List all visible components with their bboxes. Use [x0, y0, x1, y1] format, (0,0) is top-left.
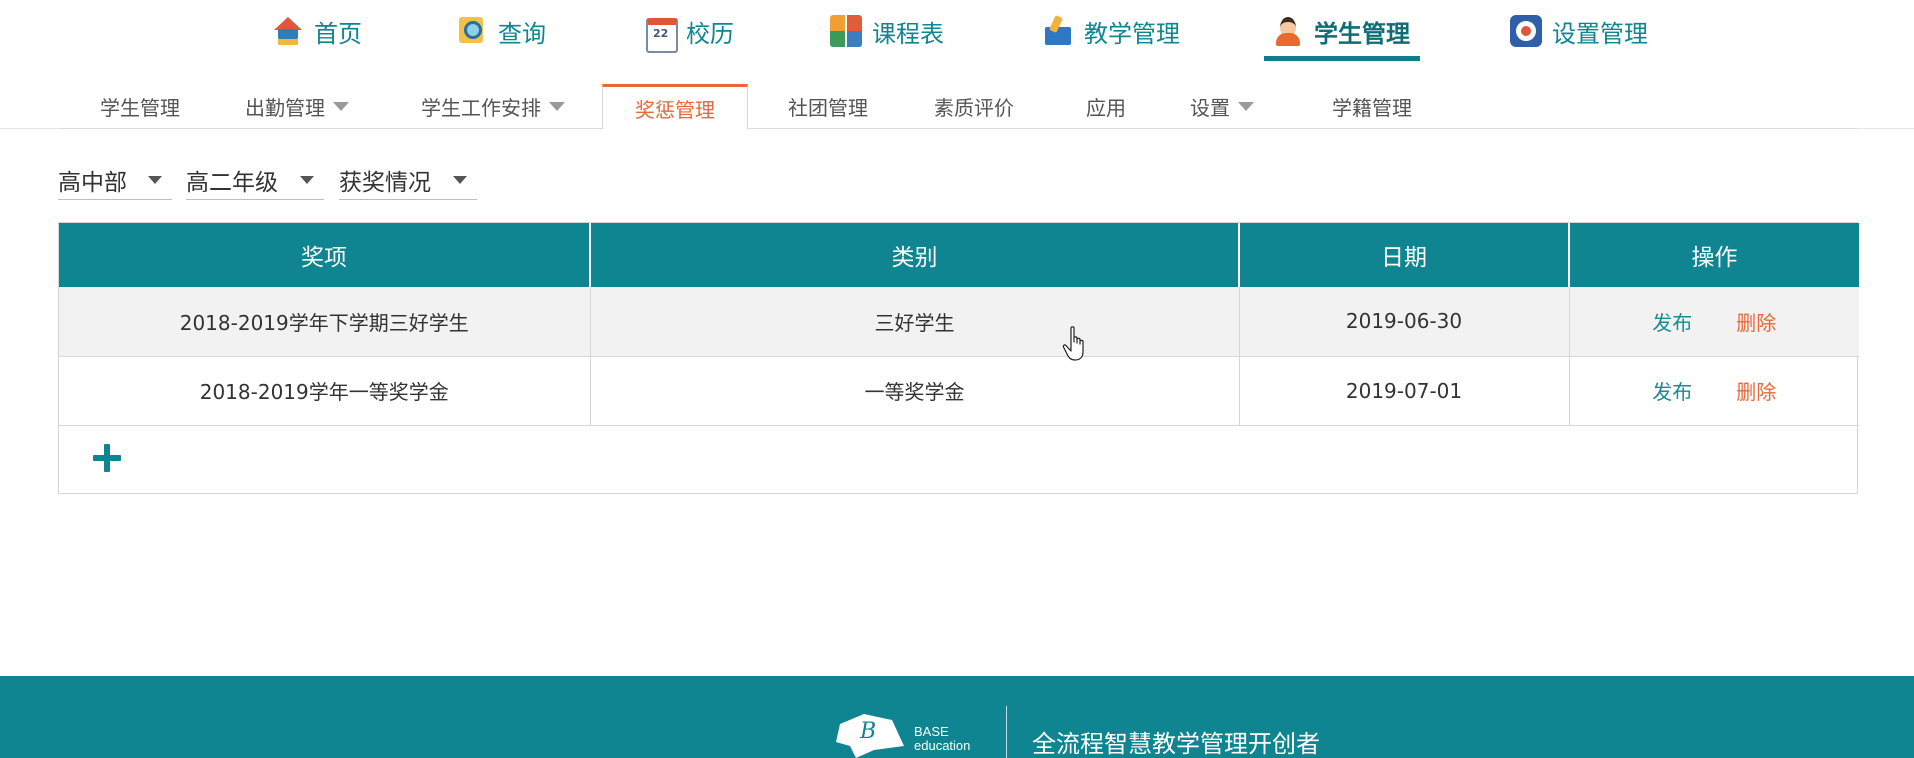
awards-table: 奖项 类别 日期 操作 2018-2019学年下学期三好学生 三好学生 2019… — [58, 222, 1859, 494]
active-nav-indicator — [1264, 56, 1420, 61]
section-select[interactable]: 高中部 — [58, 160, 172, 200]
date-cell: 2019-06-30 — [1239, 287, 1570, 357]
tab-student-status[interactable]: 学籍管理 — [1302, 84, 1442, 129]
tab-student-management[interactable]: 学生管理 — [70, 84, 210, 129]
footer-divider — [1006, 706, 1007, 758]
svg-text:B: B — [859, 719, 876, 744]
tab-label: 学生工作安排 — [421, 96, 541, 120]
grade-select[interactable]: 高二年级 — [186, 160, 324, 200]
nav-item-home[interactable]: 首页 — [272, 0, 362, 62]
type-select-value: 获奖情况 — [339, 169, 431, 196]
nav-item-label: 设置管理 — [1552, 19, 1648, 48]
column-header-date: 日期 — [1239, 223, 1570, 287]
brand-name: BASE — [914, 724, 949, 739]
add-row — [59, 426, 1857, 493]
category-cell: 一等奖学金 — [590, 356, 1240, 426]
delete-button[interactable]: 删除 — [1736, 311, 1776, 335]
nav-item-settings[interactable]: 设置管理 — [1510, 0, 1648, 62]
calendar-icon — [644, 15, 678, 53]
table-header-row: 奖项 类别 日期 操作 — [59, 223, 1859, 287]
caret-down-icon — [148, 176, 162, 184]
nav-item-teaching[interactable]: 教学管理 — [1042, 0, 1180, 62]
actions-cell: 发布 删除 — [1569, 356, 1859, 426]
column-header-actions: 操作 — [1569, 223, 1859, 287]
nav-item-schedule[interactable]: 课程表 — [830, 0, 944, 62]
tab-label: 设置 — [1190, 96, 1230, 120]
tab-applications[interactable]: 应用 — [1058, 84, 1154, 129]
column-header-award: 奖项 — [59, 223, 591, 287]
sub-navigation: 学生管理 出勤管理 学生工作安排 奖惩管理 社团管理 素质评价 应用 设置 学籍… — [58, 84, 1858, 130]
search-icon — [456, 15, 488, 47]
student-icon — [1272, 15, 1304, 47]
column-header-category: 类别 — [590, 223, 1240, 287]
type-select[interactable]: 获奖情况 — [339, 160, 477, 200]
tab-label: 社团管理 — [788, 96, 868, 120]
section-select-value: 高中部 — [58, 169, 127, 196]
tab-label: 学生管理 — [100, 96, 180, 120]
publish-button[interactable]: 发布 — [1652, 311, 1692, 335]
actions-cell: 发布 删除 — [1569, 287, 1859, 357]
tab-attendance[interactable]: 出勤管理 — [222, 84, 372, 129]
hand-cursor-icon — [1062, 326, 1084, 361]
tab-clubs[interactable]: 社团管理 — [758, 84, 898, 129]
home-icon — [272, 15, 304, 47]
top-navigation: 首页 查询 校历 课程表 教学管理 学生管理 设置管理 — [0, 0, 1914, 64]
nav-item-label: 学生管理 — [1314, 19, 1410, 48]
tab-quality-evaluation[interactable]: 素质评价 — [904, 84, 1044, 129]
nav-item-label: 教学管理 — [1084, 19, 1180, 48]
nav-item-label: 首页 — [314, 19, 362, 48]
add-icon[interactable] — [93, 443, 121, 472]
tab-label: 应用 — [1086, 96, 1126, 120]
tab-label: 出勤管理 — [245, 96, 325, 120]
delete-button[interactable]: 删除 — [1736, 380, 1776, 404]
brand-subname: education — [914, 738, 971, 753]
nav-item-calendar[interactable]: 校历 — [644, 0, 734, 62]
date-cell: 2019-07-01 — [1239, 356, 1570, 426]
caret-down-icon — [1238, 102, 1254, 111]
nav-item-label: 课程表 — [872, 19, 944, 48]
nav-item-query[interactable]: 查询 — [456, 0, 546, 62]
table-row: 2018-2019学年下学期三好学生 三好学生 2019-06-30 发布 删除 — [59, 287, 1859, 357]
base-education-logo: B — [836, 714, 904, 758]
award-cell: 2018-2019学年一等奖学金 — [59, 356, 591, 426]
tab-label: 奖惩管理 — [635, 97, 715, 122]
caret-down-icon — [300, 176, 314, 184]
table-row: 2018-2019学年一等奖学金 一等奖学金 2019-07-01 发布 删除 — [59, 356, 1859, 426]
footer: B BASE education 全流程智慧教学管理开创者 — [0, 676, 1914, 758]
footer-slogan: 全流程智慧教学管理开创者 — [1032, 730, 1320, 758]
nav-item-label: 校历 — [686, 19, 734, 48]
publish-button[interactable]: 发布 — [1652, 380, 1692, 404]
caret-down-icon — [549, 102, 565, 111]
tab-label: 素质评价 — [934, 96, 1014, 120]
nav-item-label: 查询 — [498, 19, 546, 48]
nav-item-student-management[interactable]: 学生管理 — [1272, 0, 1410, 62]
tab-work-arrangement[interactable]: 学生工作安排 — [398, 84, 588, 129]
gear-icon — [1510, 15, 1542, 47]
tab-settings[interactable]: 设置 — [1172, 84, 1272, 129]
caret-down-icon — [453, 176, 467, 184]
teaching-icon — [1042, 15, 1074, 47]
grade-select-value: 高二年级 — [186, 169, 278, 196]
tab-rewards-punishments[interactable]: 奖惩管理 — [602, 84, 748, 130]
schedule-icon — [830, 15, 862, 47]
award-cell: 2018-2019学年下学期三好学生 — [59, 287, 591, 357]
caret-down-icon — [333, 102, 349, 111]
tab-label: 学籍管理 — [1332, 96, 1412, 120]
category-cell: 三好学生 — [590, 287, 1240, 357]
